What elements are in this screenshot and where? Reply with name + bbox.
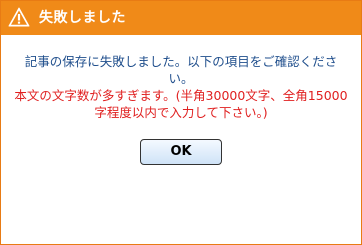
dialog-message-area: 記事の保存に失敗しました。以下の項目をご確認ください。 本文の文字数が多すぎます… <box>13 53 349 121</box>
dialog-title: 失敗しました <box>39 10 126 26</box>
dialog-titlebar: 失敗しました <box>1 1 361 35</box>
dialog-message: 記事の保存に失敗しました。以下の項目をご確認ください。 <box>24 54 338 86</box>
error-dialog: 失敗しました 記事の保存に失敗しました。以下の項目をご確認ください。 本文の文字… <box>0 0 362 245</box>
ok-button[interactable]: OK <box>140 139 222 165</box>
error-message: 本文の文字数が多すぎます。(半角30000文字、全角15000字程度以内で入力し… <box>14 88 348 120</box>
warning-icon <box>8 7 30 27</box>
